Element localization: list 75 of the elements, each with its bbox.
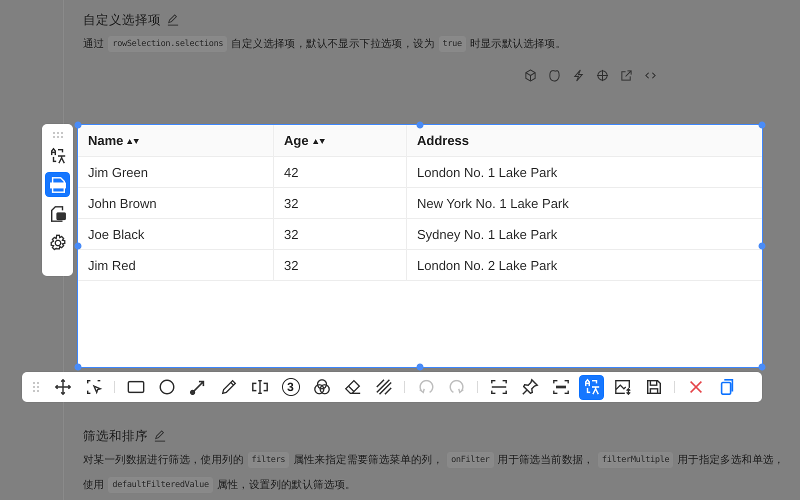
table-cell: 42 xyxy=(274,156,406,188)
arrow-icon xyxy=(188,378,206,396)
sort-icon[interactable] xyxy=(127,136,140,144)
description-text: 属性，设置列的默认筛选项。 xyxy=(216,478,356,492)
description-text: 使用 xyxy=(83,478,104,492)
column-header[interactable]: Address xyxy=(406,125,762,156)
table-cell: John Brown xyxy=(78,188,274,218)
ocr-scan-icon xyxy=(552,378,570,396)
resize-handle[interactable] xyxy=(416,122,424,128)
section-title: 自定义选择项 xyxy=(83,12,161,28)
code-snippet: true xyxy=(438,36,466,52)
hatch-lines-icon xyxy=(374,378,392,396)
region-select-icon xyxy=(84,378,102,396)
column-title: Address xyxy=(417,133,470,148)
pencil-icon xyxy=(220,378,238,396)
drag-handle-icon[interactable] xyxy=(52,131,64,139)
table-cell: Jim Red xyxy=(78,250,274,280)
table-cell: Jim Green xyxy=(78,156,274,188)
section-title: 筛选和排序 xyxy=(83,428,148,444)
code-snippet: onFilter xyxy=(447,452,494,468)
table-cell: 32 xyxy=(274,188,406,218)
table-cell: London No. 1 Lake Park xyxy=(406,156,762,188)
column-title: Name xyxy=(88,133,124,148)
sort-icon[interactable] xyxy=(312,136,325,144)
scan-frame-icon xyxy=(490,378,508,396)
table-cell: London No. 2 Lake Park xyxy=(406,250,762,280)
resize-handle[interactable] xyxy=(758,364,766,370)
column-header[interactable]: Age xyxy=(274,125,406,156)
column-header[interactable]: Name xyxy=(78,125,274,156)
resize-handle[interactable] xyxy=(416,364,424,370)
cube-icon[interactable] xyxy=(524,69,537,82)
redo-icon xyxy=(448,378,466,396)
pin-icon xyxy=(520,378,538,396)
description-text: 属性来指定需要筛选菜单的列， xyxy=(293,452,444,466)
image-edit-icon xyxy=(614,378,632,396)
resize-handle[interactable] xyxy=(758,122,766,128)
resize-handle[interactable] xyxy=(758,242,766,250)
settings-icon xyxy=(48,234,66,252)
description-text: 通过 xyxy=(83,36,104,50)
table-cell: 32 xyxy=(274,250,406,280)
description-text: 用于筛选当前数据， xyxy=(498,452,594,466)
selection-frame[interactable]: Name Age Address Jim Green 42 London No. 1 Lake Park John Brown 32 New York No. 1 Lake Park Joe Black 32 Sydney No. 1 Lake Park Jim Red 32 London No. 2 Lake Park xyxy=(77,124,763,368)
resize-handle[interactable] xyxy=(74,364,82,370)
resize-handle[interactable] xyxy=(74,242,82,250)
edit-icon[interactable] xyxy=(167,14,179,26)
translate-icon xyxy=(48,146,66,164)
lightning-icon[interactable] xyxy=(572,69,585,82)
move-icon xyxy=(54,378,72,396)
table-cell: Sydney No. 1 Lake Park xyxy=(406,218,762,250)
resize-handle[interactable] xyxy=(74,122,82,128)
external-link-icon[interactable] xyxy=(620,69,633,82)
description-text: 用于指定多选和单选， xyxy=(677,452,784,466)
translate-icon xyxy=(582,378,600,396)
blob-icon[interactable] xyxy=(548,69,561,82)
undo-icon xyxy=(416,378,434,396)
description-text: 对某一列数据进行筛选，使用列的 xyxy=(83,452,244,466)
edit-icon[interactable] xyxy=(154,430,166,442)
code-snippet: filters xyxy=(248,452,290,468)
description-text: 时显示默认选择项。 xyxy=(470,36,566,50)
eraser-icon xyxy=(344,378,362,396)
code-snippet: filterMultiple xyxy=(598,452,674,468)
save-icon xyxy=(644,378,662,396)
table-cell: 32 xyxy=(274,218,406,250)
code-snippet: defaultFilteredValue xyxy=(108,476,213,492)
drag-handle-icon[interactable] xyxy=(32,381,40,393)
description-text: 自定义选择项，默认不显示下拉选项，设为 xyxy=(231,36,435,50)
column-title: Age xyxy=(284,133,309,148)
text-cursor-icon xyxy=(250,378,268,396)
code-snippet: rowSelection.selections xyxy=(108,36,228,52)
overlapping-circles-icon xyxy=(312,378,330,396)
table-cell: Joe Black xyxy=(78,218,274,250)
circle-icon xyxy=(158,378,176,396)
table-cell: New York No. 1 Lake Park xyxy=(406,188,762,218)
rectangle-icon xyxy=(126,378,144,396)
crosshair-icon[interactable] xyxy=(596,69,609,82)
